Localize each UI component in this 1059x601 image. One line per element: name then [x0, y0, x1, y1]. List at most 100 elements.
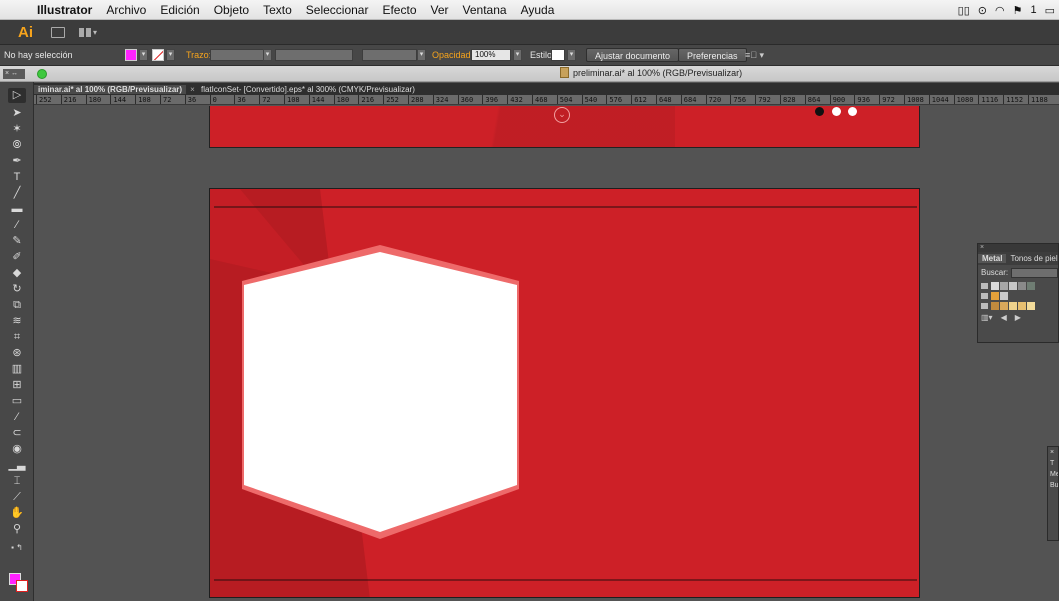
selection-tool-icon[interactable]: ➤ — [8, 106, 26, 121]
collapse-panel-button[interactable]: × ↔ — [3, 69, 25, 79]
user-icon[interactable]: ⚑ — [1013, 4, 1023, 17]
tab-close-icon[interactable]: × — [190, 85, 195, 94]
menu-texto[interactable]: Texto — [256, 3, 299, 17]
stroke-weight-dropdown-icon[interactable]: ▾ — [263, 49, 272, 61]
line-tool-icon[interactable]: ╱ — [8, 186, 26, 201]
rotate-tool-icon[interactable]: ↻ — [8, 282, 26, 297]
panel-menu-icon[interactable]: ≡⃥ ▾ — [745, 48, 764, 62]
opacity-field[interactable]: 100% — [471, 49, 511, 61]
menu-seleccionar[interactable]: Seleccionar — [299, 3, 376, 17]
stroke-dropdown-icon[interactable]: ▾ — [166, 49, 175, 61]
swatch[interactable] — [991, 301, 999, 310]
preferences-button[interactable]: Preferencias — [678, 48, 747, 62]
display-icon[interactable]: ▭ — [1045, 4, 1055, 17]
opacity-label[interactable]: Opacidad: — [432, 48, 473, 62]
menu-ayuda[interactable]: Ayuda — [514, 3, 562, 17]
swatch[interactable] — [1009, 301, 1017, 310]
sync-icon[interactable]: ⊙ — [978, 4, 987, 17]
tab-preliminar[interactable]: iminar.ai* al 100% (RGB/Previsualizar) — [34, 84, 187, 94]
adobe-cc-icon[interactable]: ▯▯ — [958, 4, 970, 17]
blob-brush-tool-icon[interactable]: ✐ — [8, 250, 26, 265]
tab-tonos-de-piel[interactable]: Tonos de piel — [1006, 254, 1059, 263]
menu-efecto[interactable]: Efecto — [375, 3, 423, 17]
style-dropdown-icon[interactable]: ▾ — [567, 49, 576, 61]
fit-document-button[interactable]: Ajustar documento — [586, 48, 680, 62]
swatch[interactable] — [1018, 281, 1026, 290]
hexagon-shape[interactable] — [244, 252, 517, 532]
paintbrush-tool-icon[interactable]: ∕ — [8, 218, 26, 233]
stroke-label[interactable]: Trazo: — [186, 48, 211, 62]
perspective-grid-tool-icon[interactable]: ▥ — [8, 362, 26, 377]
swatch[interactable] — [1000, 281, 1008, 290]
swatch[interactable] — [1018, 301, 1026, 310]
menu-archivo[interactable]: Archivo — [99, 3, 153, 17]
fill-dropdown-icon[interactable]: ▾ — [139, 49, 148, 61]
swatch[interactable] — [1027, 281, 1035, 290]
menu-objeto[interactable]: Objeto — [207, 3, 256, 17]
next-arrow-icon[interactable]: ▶ — [1015, 313, 1021, 322]
horizontal-ruler[interactable]: 252 216 180 144 108 72 36 0 36 72 108 144 180 216 252 2… — [34, 95, 1059, 105]
brush-definition-field[interactable] — [362, 49, 417, 61]
swatch[interactable] — [1027, 301, 1035, 310]
opacity-dropdown-icon[interactable]: ▾ — [513, 49, 522, 61]
mini-panel-close-icon[interactable]: × — [1048, 447, 1058, 458]
brush-dropdown-icon[interactable]: ▾ — [417, 49, 426, 61]
tab-metal[interactable]: Metal — [978, 254, 1007, 263]
blend-tool-icon[interactable]: ⊂ — [8, 426, 26, 441]
stroke-color-icon[interactable] — [16, 580, 28, 592]
swap-fill-stroke-icon[interactable]: ▪ ↰ — [8, 540, 26, 555]
graphic-style-swatch[interactable] — [551, 49, 565, 61]
menu-ventana[interactable]: Ventana — [456, 3, 514, 17]
bridge-icon[interactable] — [51, 26, 65, 38]
column-graph-tool-icon[interactable]: ▁▃ — [8, 458, 26, 473]
artboard-main[interactable] — [209, 188, 920, 598]
menu-edicion[interactable]: Edición — [153, 3, 206, 17]
menu-ver[interactable]: Ver — [424, 3, 456, 17]
panel-collapse-icon[interactable]: ▷ — [8, 88, 26, 103]
stroke-none-swatch[interactable] — [152, 49, 164, 61]
free-transform-tool-icon[interactable]: ⌗ — [8, 330, 26, 345]
swatch[interactable] — [1000, 291, 1008, 300]
ruler-tick: 1188 — [1028, 95, 1048, 104]
hand-tool-icon[interactable]: ✋ — [8, 506, 26, 521]
lasso-tool-icon[interactable]: ⦾ — [8, 138, 26, 153]
pencil-tool-icon[interactable]: ✎ — [8, 234, 26, 249]
wifi-icon[interactable]: ◠ — [995, 4, 1005, 17]
swatch[interactable] — [1000, 301, 1008, 310]
stroke-weight-field[interactable] — [210, 49, 265, 61]
magic-wand-tool-icon[interactable]: ✶ — [8, 122, 26, 137]
zoom-tool-icon[interactable]: ⚲ — [8, 522, 26, 537]
eyedropper-tool-icon[interactable]: ⁄ — [8, 410, 26, 425]
rectangle-tool-icon[interactable]: ▬ — [8, 202, 26, 217]
search-input[interactable] — [1011, 267, 1058, 278]
variable-width-field[interactable] — [275, 49, 353, 61]
window-zoom-button[interactable] — [37, 69, 47, 79]
pen-tool-icon[interactable]: ✒ — [8, 154, 26, 169]
menu-app-name[interactable]: Illustrator — [30, 3, 99, 17]
canvas-area[interactable]: ⌄ — [34, 106, 1059, 601]
symbol-sprayer-tool-icon[interactable]: ◉ — [8, 442, 26, 457]
width-tool-icon[interactable]: ≋ — [8, 314, 26, 329]
mesh-tool-icon[interactable]: ⊞ — [8, 378, 26, 393]
slice-tool-icon[interactable]: ⟋ — [8, 490, 26, 505]
gradient-tool-icon[interactable]: ▭ — [8, 394, 26, 409]
artboard-upper[interactable]: ⌄ — [209, 106, 920, 148]
arrange-documents-icon[interactable]: ▾ — [79, 27, 97, 38]
library-menu-icon[interactable]: ▥▾ — [981, 313, 993, 322]
shape-builder-tool-icon[interactable]: ⊛ — [8, 346, 26, 361]
mini-panel-tab[interactable]: T — [1048, 458, 1058, 469]
swatch[interactable] — [1009, 281, 1017, 290]
scale-tool-icon[interactable]: ⧉ — [8, 298, 26, 313]
swatch-group-row — [978, 291, 1058, 300]
fill-color-swatch[interactable] — [125, 49, 137, 61]
swatch[interactable] — [991, 291, 999, 300]
eraser-tool-icon[interactable]: ◆ — [8, 266, 26, 281]
panel-close-icon[interactable]: × — [978, 244, 1058, 252]
swatch[interactable] — [991, 281, 999, 290]
artboard-tool-icon[interactable]: ⌶ — [8, 474, 26, 489]
fill-stroke-indicator[interactable] — [9, 573, 29, 593]
collapsed-panel[interactable]: × T Me Bu — [1047, 446, 1059, 541]
type-tool-icon[interactable]: T — [8, 170, 26, 185]
previous-arrow-icon[interactable]: ◀ — [1001, 313, 1007, 322]
tab-flaticonset[interactable]: × flatIconSet- [Convertido].eps* al 300%… — [186, 85, 419, 94]
